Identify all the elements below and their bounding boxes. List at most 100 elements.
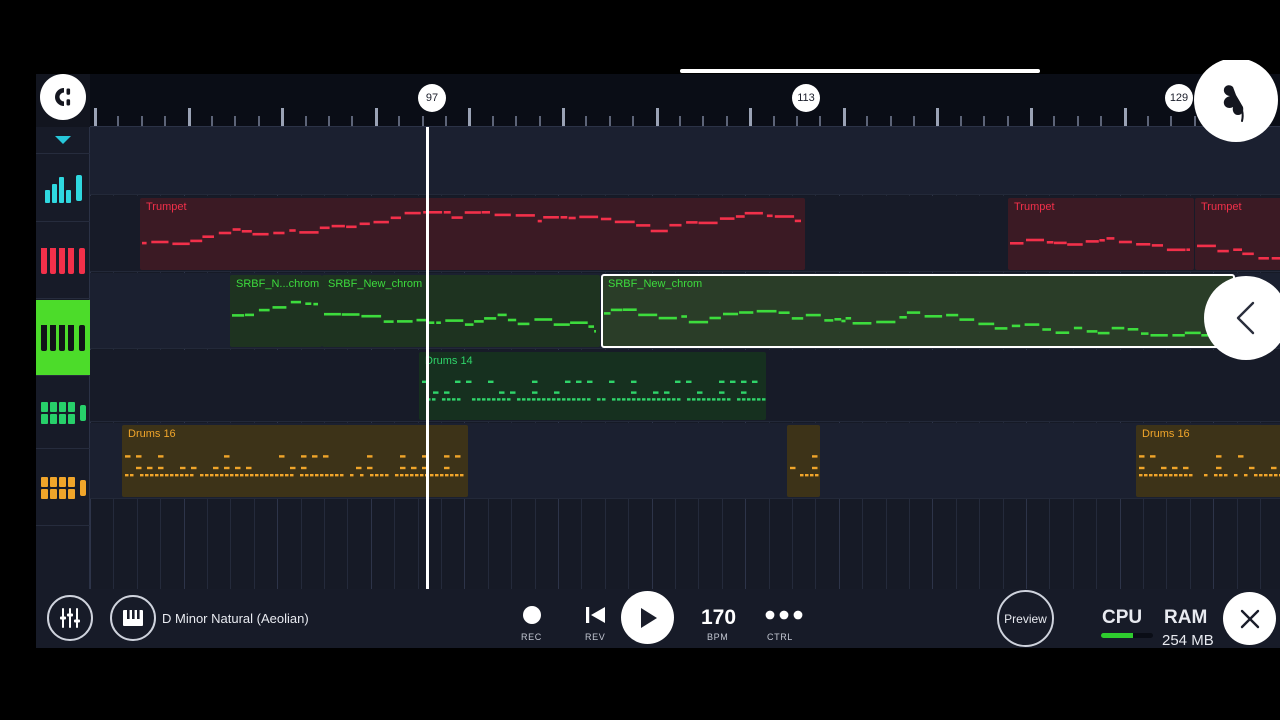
track-header-trumpet[interactable] [36, 223, 90, 299]
piano-keys-icon [41, 324, 74, 351]
ruler-tick [304, 116, 307, 126]
app-window: 97 113 129 Trumpet Trumpet Trumpet SRBF_N...c… [36, 60, 1280, 648]
play-button[interactable] [621, 591, 674, 644]
ruler-tick [164, 116, 167, 126]
track-list-collapse-button[interactable] [36, 127, 90, 154]
keyboard-button[interactable] [110, 595, 156, 641]
play-triangle-icon [640, 607, 657, 628]
mixer-bars-icon [44, 173, 71, 203]
clip[interactable]: SRBF_New_chrom [322, 275, 600, 347]
top-bar [36, 60, 1280, 74]
ruler-tick [281, 108, 285, 126]
preview-label: Preview [1004, 611, 1047, 626]
clip-note-preview [1139, 455, 1280, 477]
clip-note-preview [232, 300, 318, 317]
ruler-tick [562, 108, 565, 126]
rec-label: REC [521, 632, 542, 642]
ruler-tick [936, 108, 940, 126]
ruler-tick [749, 108, 753, 126]
prev-page-button[interactable] [1204, 276, 1280, 360]
clip-note-preview [1197, 244, 1280, 260]
clip[interactable]: Trumpet [1008, 198, 1194, 270]
ruler-tick [679, 116, 681, 126]
ruler-tick [655, 108, 659, 126]
record-circle-icon[interactable] [523, 606, 541, 624]
ruler-tick [187, 108, 191, 126]
clip[interactable]: SRBF_N...chrom [230, 275, 322, 347]
hand-cursor-icon[interactable] [1194, 60, 1278, 142]
cpu-label: CPU [1102, 607, 1143, 628]
track-vu-meter [79, 404, 86, 421]
rewind-to-start-icon[interactable] [585, 605, 607, 625]
horizontal-scrollbar[interactable] [680, 69, 1040, 73]
clip[interactable]: Drums 14 [419, 352, 766, 420]
clip[interactable]: Drums 16 [122, 425, 468, 497]
track-header-mixer[interactable] [36, 154, 90, 222]
bpm-label: BPM [707, 632, 729, 642]
piano-keys-icon [41, 247, 74, 274]
mixer-button[interactable] [47, 595, 93, 641]
track-header-drums14[interactable] [36, 377, 90, 449]
ruler-tick [211, 116, 213, 126]
playhead[interactable] [426, 127, 429, 589]
scale-label[interactable]: D Minor Natural (Aeolian) [162, 611, 309, 626]
ruler-tick [538, 116, 541, 126]
ruler-tick [257, 116, 260, 126]
ruler-tick [351, 116, 354, 126]
ruler-tick [1076, 116, 1079, 126]
close-button[interactable] [1223, 592, 1276, 645]
preview-button[interactable]: Preview [997, 590, 1054, 647]
ruler-tick [1193, 116, 1196, 126]
ruler-tick [328, 116, 330, 126]
clip-note-preview [1010, 237, 1190, 252]
ruler-tick [1053, 116, 1056, 126]
bottom-toolbar: D Minor Natural (Aeolian) REC REV 170 BP… [36, 589, 1280, 648]
clip-note-preview [142, 211, 801, 246]
ruler-tick [374, 108, 378, 126]
clip[interactable]: SRBF_New_chrom [601, 274, 1235, 348]
ruler-tick [796, 116, 798, 126]
close-x-icon [1240, 609, 1259, 628]
ruler-tick [1100, 116, 1103, 126]
track-vu-meter [75, 174, 82, 201]
rev-label: REV [585, 632, 606, 642]
ruler-tick [819, 116, 822, 126]
fl-studio-logo-icon[interactable] [40, 74, 86, 120]
track-vu-meter [79, 247, 85, 274]
ruler-marker[interactable]: 97 [418, 84, 446, 112]
clip[interactable]: Trumpet [140, 198, 805, 270]
clip-note-preview [422, 380, 766, 401]
ruler-marker[interactable]: 113 [792, 84, 820, 112]
ruler-tick [445, 116, 447, 126]
chevron-down-icon [55, 136, 71, 144]
ruler-tick [913, 116, 915, 126]
track-header-chrom[interactable] [36, 300, 90, 376]
track-header-drums16[interactable] [36, 450, 90, 526]
ruler-tick [725, 116, 728, 126]
track-vu-meter [79, 324, 85, 351]
ram-value: 254 MB [1162, 632, 1214, 648]
ruler-tick [1030, 108, 1033, 126]
ruler-marker[interactable]: 129 [1165, 84, 1193, 112]
arrangement-grid[interactable]: Trumpet Trumpet Trumpet SRBF_N...chrom SRBF_… [90, 127, 1280, 589]
clip[interactable]: Drums 16 [1136, 425, 1280, 497]
clip[interactable]: Trumpet [1195, 198, 1280, 270]
ruler-tick [866, 116, 869, 126]
track-row[interactable] [90, 127, 1280, 195]
clip-note-preview [125, 455, 464, 477]
ruler-tick [515, 116, 518, 126]
piano-keys-icon [123, 610, 143, 626]
clip[interactable] [787, 425, 820, 497]
bpm-value[interactable]: 170 [701, 606, 736, 630]
drum-pads-icon [40, 476, 75, 499]
ruler-tick [468, 108, 472, 126]
timeline-ruler[interactable]: 97 113 129 [90, 74, 1280, 127]
clip-note-preview [790, 455, 819, 477]
three-dots-icon[interactable] [765, 610, 803, 620]
ruler-tick [608, 116, 611, 126]
ruler-tick [1147, 116, 1149, 126]
ruler-tick [959, 116, 962, 126]
ruler-tick [1170, 116, 1173, 126]
ruler-tick [491, 116, 494, 126]
ruler-tick [585, 116, 588, 126]
